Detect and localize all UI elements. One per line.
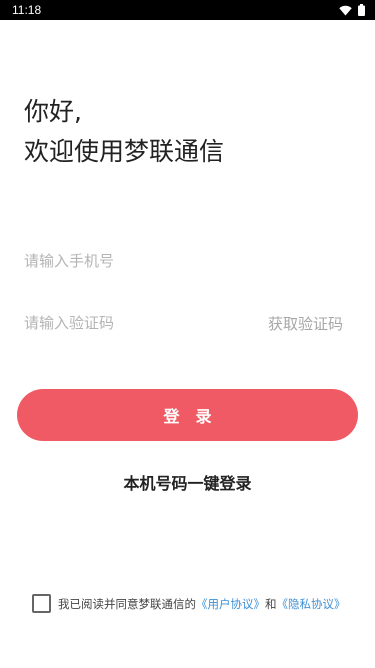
greeting-line-1: 你好, (24, 97, 82, 126)
agreement-row: 我已阅读并同意梦联通信的 《用户协议》 和 《隐私协议》 (32, 594, 346, 613)
get-code-button[interactable]: 获取验证码 (268, 313, 343, 334)
status-bar: 11:18 (0, 0, 375, 20)
phone-field-row (24, 241, 351, 281)
welcome-greeting: 你好, 欢迎使用梦联通信 (24, 92, 224, 172)
user-agreement-link[interactable]: 《用户协议》 (196, 596, 265, 612)
code-field-row: 获取验证码 (24, 303, 351, 343)
agreement-prefix: 我已阅读并同意梦联通信的 (58, 596, 196, 611)
verification-code-input[interactable] (24, 314, 224, 332)
privacy-policy-link[interactable]: 《隐私协议》 (277, 596, 346, 612)
login-button[interactable]: 登录 (17, 389, 358, 441)
agreement-conjunction: 和 (265, 596, 277, 611)
wifi-icon (339, 5, 352, 15)
phone-input[interactable] (24, 252, 224, 270)
greeting-line-2: 欢迎使用梦联通信 (24, 137, 225, 166)
agreement-checkbox[interactable] (32, 594, 51, 613)
battery-icon (358, 4, 365, 16)
status-time: 11:18 (12, 3, 42, 17)
status-icons (339, 4, 365, 16)
one-key-login-link[interactable]: 本机号码一键登录 (0, 470, 375, 494)
